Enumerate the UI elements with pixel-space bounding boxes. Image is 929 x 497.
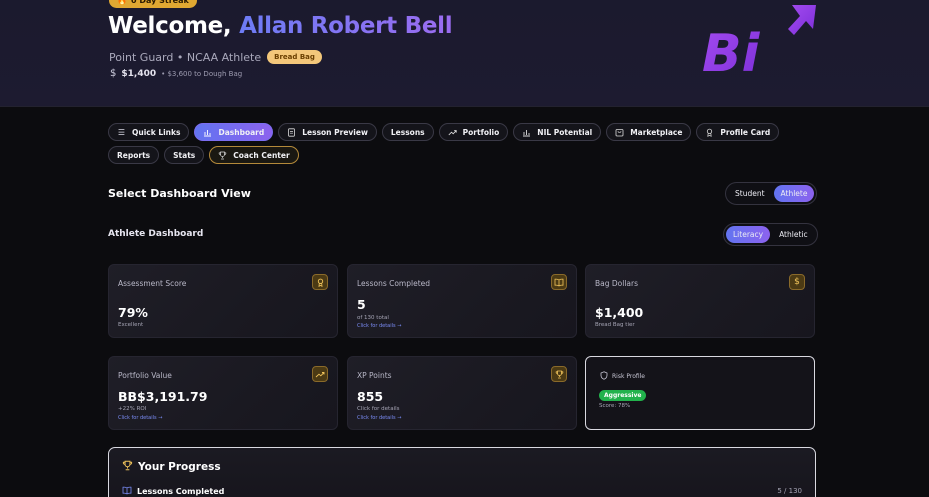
card-sub: Click for details [357, 406, 400, 412]
streak-label: 0 Day Streak [130, 0, 189, 5]
card-title: Lessons Completed [357, 279, 431, 288]
nav-label: Stats [173, 150, 196, 160]
bar-chart-icon [522, 128, 531, 137]
view-option-student[interactable]: Student [728, 185, 772, 202]
nav-label: Profile Card [720, 127, 771, 137]
flame-icon: 🔥 [117, 0, 127, 5]
welcome-prefix: Welcome, [108, 13, 232, 39]
mode-toggle: Literacy Athletic [723, 223, 818, 246]
progress-panel: Your Progress Lessons Completed 5 / 130 [108, 447, 816, 497]
card-title: Bag Dollars [595, 279, 639, 288]
nav-marketplace[interactable]: Marketplace [606, 123, 692, 141]
card-sub: Excellent [118, 322, 144, 328]
nav-label: Coach Center [233, 150, 290, 160]
xp-points-card[interactable]: XP Points 855 Click for details Click fo… [347, 356, 577, 430]
role-line: Point Guard • NCAA Athlete Bread Bag [109, 50, 322, 64]
nav-stats[interactable]: Stats [164, 146, 205, 164]
menu-icon: ☰ [117, 127, 126, 137]
nav-label: Lesson Preview [302, 127, 368, 137]
nav-quick-links[interactable]: ☰ Quick Links [108, 123, 190, 141]
nav-label: Portfolio [462, 127, 500, 137]
trophy-icon [551, 366, 567, 382]
card-value: $1,400 [595, 305, 644, 320]
mode-option-athletic[interactable]: Athletic [772, 226, 815, 243]
role-text: Point Guard • NCAA Athlete [109, 50, 262, 64]
svg-text:Bi: Bi [702, 24, 761, 75]
assessment-score-card[interactable]: Assessment Score 79% Excellent [108, 264, 338, 338]
card-value: 5 [357, 297, 366, 312]
risk-badge: Aggressive [599, 390, 647, 401]
nav-label: Reports [117, 150, 151, 160]
risk-title: Risk Profile [600, 371, 645, 382]
tier-badge: Bread Bag [267, 50, 322, 64]
dashboard-title: Athlete Dashboard [108, 229, 204, 239]
nav-dashboard[interactable]: Dashboard [194, 123, 274, 141]
nav-label: Dashboard [218, 127, 265, 137]
card-title: Assessment Score [118, 279, 187, 288]
nav-reports[interactable]: Reports [108, 146, 160, 164]
nav-label: Quick Links [132, 127, 181, 137]
award-icon [312, 274, 328, 290]
welcome-heading: Welcome, Allan Robert Bell [108, 13, 453, 39]
main-nav: ☰ Quick Links Dashboard Lesson Preview L… [108, 123, 828, 164]
risk-profile-card[interactable]: Risk Profile Aggressive Score: 78% [585, 356, 815, 430]
book-icon [122, 486, 132, 497]
card-value: BB$3,191.79 [118, 389, 208, 404]
nav-label: Lessons [390, 127, 425, 137]
nav-coach-center[interactable]: Coach Center [209, 146, 299, 164]
lessons-completed-card[interactable]: Lessons Completed 5 of 130 total Click f… [347, 264, 577, 338]
dollar-icon: $ [110, 68, 117, 79]
trend-up-icon [448, 128, 457, 137]
risk-title-text: Risk Profile [612, 373, 645, 380]
nav-portfolio[interactable]: Portfolio [438, 123, 509, 141]
progress-title: Your Progress [122, 460, 221, 474]
risk-score: Score: 78% [599, 403, 631, 409]
trophy-icon [218, 151, 227, 160]
bag-dollars-card[interactable]: Bag Dollars $ $1,400 Bread Bag tier [585, 264, 815, 338]
document-icon [287, 127, 296, 137]
progress-row-label: Lessons Completed [137, 487, 225, 496]
progress-row-lessons: Lessons Completed [122, 486, 224, 497]
card-title: Portfolio Value [118, 371, 172, 380]
card-sub: +22% ROI [118, 406, 147, 412]
dollar-icon: $ [789, 274, 805, 290]
card-sub: Bread Bag tier [595, 322, 635, 328]
dollars-to-next: • $3,600 to Dough Bag [161, 69, 243, 78]
portfolio-value-card[interactable]: Portfolio Value BB$3,191.79 +22% ROI Cli… [108, 356, 338, 430]
card-value: 79% [118, 305, 148, 320]
card-details-link[interactable]: Click for details → [357, 415, 401, 421]
view-toggle: Student Athlete [725, 182, 818, 205]
badge-icon [705, 128, 714, 137]
trend-up-icon [312, 366, 328, 382]
progress-row-count: 5 / 130 [777, 487, 802, 495]
card-details-link[interactable]: Click for details → [118, 415, 162, 421]
profile-header: 🔥 0 Day Streak Welcome, Allan Robert Bel… [0, 0, 929, 107]
book-icon [551, 274, 567, 290]
dollar-amount: $1,400 [121, 68, 157, 79]
nav-lesson-preview[interactable]: Lesson Preview [278, 123, 377, 141]
bar-chart-icon [203, 128, 212, 137]
nav-nil-potential[interactable]: NIL Potential [513, 123, 602, 141]
view-select-title: Select Dashboard View [108, 187, 251, 200]
nav-label: NIL Potential [537, 127, 593, 137]
nav-profile-card[interactable]: Profile Card [696, 123, 780, 141]
shield-icon [600, 371, 608, 382]
bag-dollars-line: $ $1,400 • $3,600 to Dough Bag [110, 68, 242, 79]
card-sub: of 130 total [357, 315, 389, 321]
progress-title-text: Your Progress [138, 461, 221, 473]
card-details-link[interactable]: Click for details → [357, 323, 401, 329]
card-value: 855 [357, 389, 384, 404]
user-name: Allan Robert Bell [239, 13, 453, 39]
nav-lessons[interactable]: Lessons [381, 123, 434, 141]
store-icon [615, 128, 624, 137]
mode-option-literacy[interactable]: Literacy [726, 226, 771, 243]
trophy-icon [122, 460, 133, 474]
card-title: XP Points [357, 371, 392, 380]
streak-badge: 🔥 0 Day Streak [109, 0, 197, 8]
nav-label: Marketplace [630, 127, 683, 137]
view-option-athlete[interactable]: Athlete [773, 185, 815, 202]
brand-logo: Bi [702, 5, 816, 75]
